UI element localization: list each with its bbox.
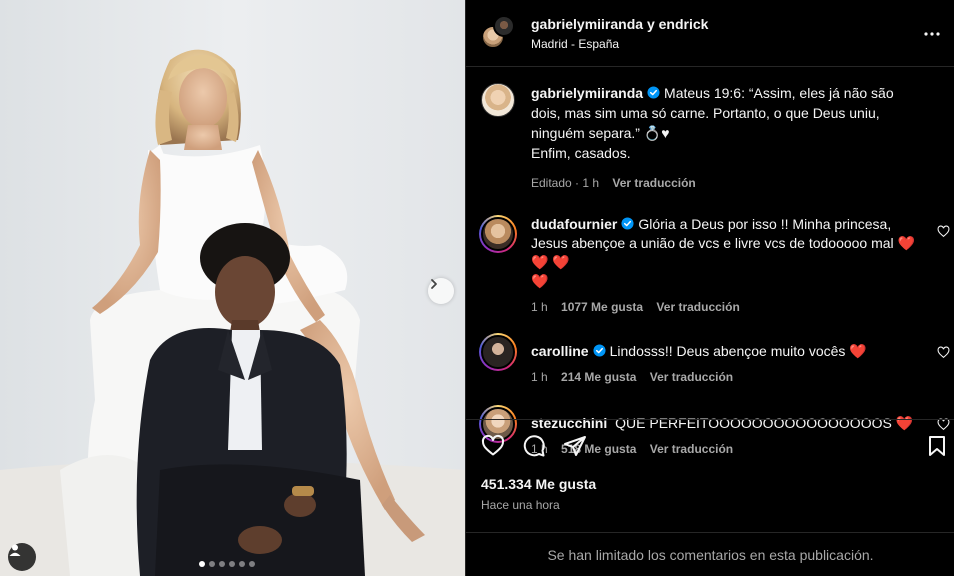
post-timestamp[interactable]: Hace una hora <box>481 498 560 512</box>
share-send-icon[interactable] <box>563 434 587 458</box>
comment-time[interactable]: 1 h <box>531 370 548 384</box>
edited-label: Editado · 1 h <box>531 176 600 190</box>
user-icon <box>9 544 21 556</box>
collab-username[interactable]: endrick <box>659 16 709 32</box>
story-ring[interactable] <box>479 333 517 371</box>
save-bookmark-icon[interactable] <box>925 434 949 458</box>
story-ring[interactable] <box>479 215 517 253</box>
caption-text-line2: Enfim, casados. <box>531 145 631 161</box>
post-actions: 451.334 Me gusta Hace una hora Se han li… <box>466 419 954 576</box>
like-comment-heart-icon[interactable] <box>937 346 950 359</box>
collab-avatars[interactable] <box>481 15 517 51</box>
carousel-dot <box>219 561 225 567</box>
post-photo[interactable] <box>0 0 465 576</box>
verified-badge-icon <box>621 217 634 230</box>
more-horizontal-icon <box>924 32 940 36</box>
comment-likes[interactable]: 1077 Me gusta <box>561 300 643 314</box>
carousel-dot <box>209 561 215 567</box>
comment-emoji: ❤️ <box>849 343 867 359</box>
next-image-button[interactable] <box>428 278 454 304</box>
carousel-dot <box>199 561 205 567</box>
comment: carolline Lindosss!! Deus abençoe muito v… <box>466 333 954 387</box>
comment-likes[interactable]: 214 Me gusta <box>561 370 636 384</box>
comment-meta: 1 h 1077 Me gusta Ver traducción <box>531 298 921 317</box>
comment-text: Lindosss!! Deus abençoe muito vocês <box>609 343 846 359</box>
chevron-right-icon <box>431 279 437 289</box>
comment-icon[interactable] <box>522 434 546 458</box>
post-caption: gabrielymiiranda Mateus 19:6: “Assim, ele… <box>466 67 954 193</box>
comment: dudafournier Glória a Deus por isso !! Mi… <box>466 215 954 317</box>
see-translation-link[interactable]: Ver traducción <box>612 176 695 190</box>
see-translation-link[interactable]: Ver traducción <box>650 370 733 384</box>
comment-emoji: ❤️ <box>531 273 549 289</box>
comments-limited-notice: Se han limitado los comentarios en esta … <box>466 532 954 576</box>
avatar[interactable] <box>481 83 515 117</box>
carousel-indicator <box>199 561 255 567</box>
see-translation-link[interactable]: Ver traducción <box>656 300 739 314</box>
avatar <box>481 217 515 251</box>
author-username[interactable]: gabrielymiiranda <box>531 16 643 32</box>
like-comment-heart-icon[interactable] <box>937 225 950 238</box>
carousel-dot <box>249 561 255 567</box>
tagged-users-button[interactable] <box>8 543 36 571</box>
comment-username[interactable]: carolline <box>531 343 589 359</box>
comment-time[interactable]: 1 h <box>531 300 548 314</box>
author-connector: y <box>646 15 655 32</box>
like-heart-icon[interactable] <box>481 434 505 458</box>
verified-badge-icon <box>647 86 660 99</box>
post-header: gabrielymiiranda y endrick Madrid - Espa… <box>466 0 954 67</box>
avatar <box>493 15 515 37</box>
avatar <box>481 335 515 369</box>
caption-username[interactable]: gabrielymiiranda <box>531 85 643 101</box>
post-authors: gabrielymiiranda y endrick <box>531 16 708 32</box>
more-options-button[interactable] <box>920 22 944 46</box>
verified-badge-icon <box>593 344 606 357</box>
carousel-dot <box>239 561 245 567</box>
caption-meta: Editado · 1 h Ver traducción <box>531 173 911 193</box>
comment-username[interactable]: dudafournier <box>531 216 617 232</box>
likes-count[interactable]: 451.334 Me gusta <box>481 476 596 492</box>
comment-meta: 1 h 214 Me gusta Ver traducción <box>531 368 921 387</box>
carousel-dot <box>229 561 235 567</box>
wedding-photo-illustration <box>0 0 465 576</box>
post-side-panel: gabrielymiiranda y endrick Madrid - Espa… <box>465 0 954 576</box>
post-location[interactable]: Madrid - España <box>531 37 708 51</box>
